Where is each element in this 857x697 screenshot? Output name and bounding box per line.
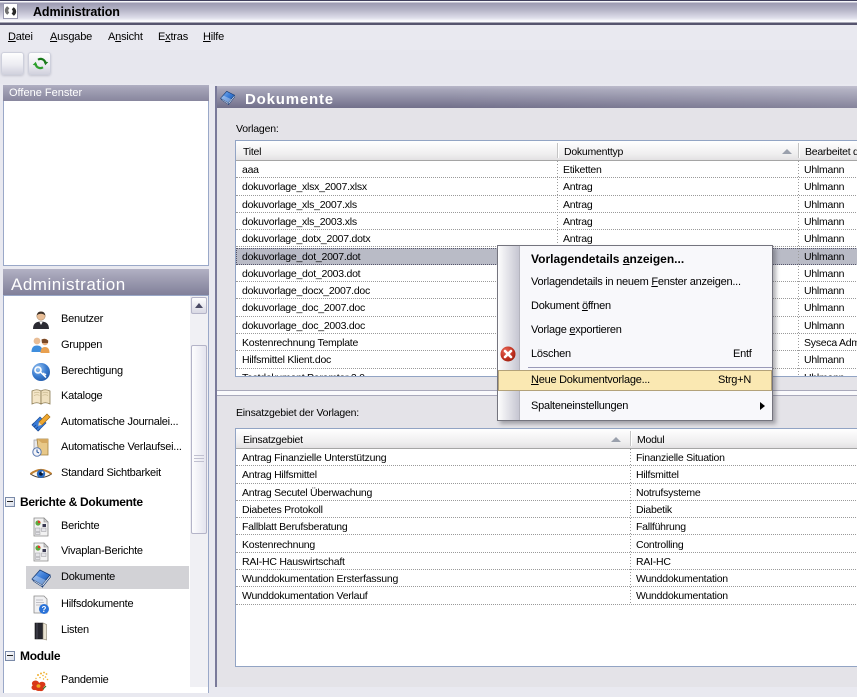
svg-text:?: ? bbox=[42, 605, 47, 614]
